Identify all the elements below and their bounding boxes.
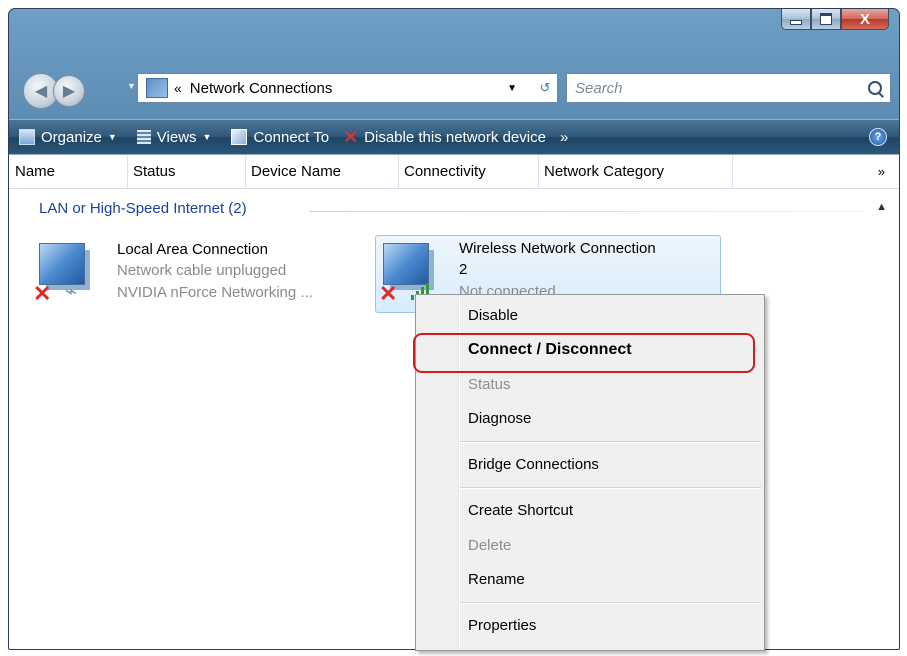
command-bar: Organize ▼ Views ▼ Connect To ✕ Disable … bbox=[9, 119, 899, 154]
chevron-down-icon: ▼ bbox=[202, 132, 212, 142]
group-header[interactable]: LAN or High-Speed Internet (2) bbox=[39, 200, 247, 217]
group-divider bbox=[309, 211, 863, 212]
connect-to-button[interactable]: Connect To bbox=[231, 129, 329, 146]
disconnected-x-icon: ✕ bbox=[33, 281, 52, 306]
address-bar[interactable]: « Network Connections ▼ bbox=[137, 73, 534, 103]
maximize-icon bbox=[820, 13, 832, 25]
column-header-connectivity[interactable]: Connectivity bbox=[398, 155, 539, 188]
connection-name: Local Area Connection bbox=[117, 241, 268, 258]
minimize-icon bbox=[790, 19, 802, 25]
collapse-group-icon[interactable]: ▲ bbox=[876, 201, 887, 213]
network-adapter-icon bbox=[383, 243, 429, 285]
views-label: Views bbox=[156, 128, 197, 146]
connection-name-line1: Wireless Network Connection bbox=[459, 240, 656, 257]
caption-buttons: X bbox=[781, 9, 889, 31]
menu-separator bbox=[460, 602, 761, 604]
network-folder-icon bbox=[146, 78, 168, 98]
connection-name-line2: 2 bbox=[459, 261, 468, 278]
annotation-highlight-ring bbox=[413, 333, 755, 373]
disable-device-label: Disable this network device bbox=[364, 128, 546, 146]
breadcrumb-network-connections[interactable]: Network Connections bbox=[190, 80, 333, 97]
column-headers: Name Status Device Name Connectivity Net… bbox=[9, 155, 899, 189]
double-chevron-right-icon: » bbox=[559, 128, 569, 146]
menu-item-properties[interactable]: Properties bbox=[468, 617, 536, 634]
column-header-network-category[interactable]: Network Category bbox=[538, 155, 733, 188]
menu-item-rename[interactable]: Rename bbox=[468, 571, 525, 588]
disable-device-button[interactable]: ✕ Disable this network device bbox=[343, 127, 546, 148]
connection-item-local-area[interactable]: ✕ ⌁ Local Area Connection Network cable … bbox=[9, 233, 349, 313]
search-icon[interactable] bbox=[868, 81, 882, 95]
toolbar-overflow-button[interactable]: » bbox=[560, 129, 568, 146]
maximize-button[interactable] bbox=[811, 9, 841, 30]
column-header-name[interactable]: Name bbox=[9, 155, 128, 188]
menu-separator bbox=[460, 441, 761, 443]
search-box[interactable]: Search bbox=[566, 73, 891, 103]
disconnected-x-icon: ✕ bbox=[379, 281, 398, 306]
breadcrumb-chevron[interactable]: « bbox=[174, 80, 182, 96]
menu-item-status: Status bbox=[468, 376, 511, 393]
ethernet-cable-icon: ⌁ bbox=[65, 281, 78, 303]
menu-separator bbox=[460, 487, 761, 489]
menu-item-diagnose[interactable]: Diagnose bbox=[468, 410, 531, 427]
organize-icon bbox=[19, 129, 35, 145]
views-button[interactable]: Views ▼ bbox=[136, 128, 212, 146]
more-columns-icon[interactable]: » bbox=[878, 155, 885, 188]
close-button[interactable]: X bbox=[841, 9, 889, 30]
connect-to-label: Connect To bbox=[253, 128, 330, 146]
menu-item-disable[interactable]: Disable bbox=[468, 307, 518, 324]
connection-device: NVIDIA nForce Networking ... bbox=[117, 284, 313, 301]
menu-item-bridge-connections[interactable]: Bridge Connections bbox=[468, 456, 599, 473]
organize-button[interactable]: Organize ▼ bbox=[19, 129, 117, 146]
forward-button[interactable]: ▶ bbox=[53, 75, 85, 107]
disable-x-icon: ✕ bbox=[343, 126, 359, 147]
close-icon: X bbox=[859, 10, 870, 28]
minimize-button[interactable] bbox=[781, 9, 811, 30]
search-input[interactable]: Search bbox=[575, 80, 623, 97]
forward-arrow-icon: ▶ bbox=[62, 83, 76, 100]
menu-item-delete: Delete bbox=[468, 537, 512, 554]
help-icon[interactable]: ? bbox=[869, 128, 887, 146]
connect-to-icon bbox=[231, 129, 248, 145]
refresh-button[interactable]: ↺ bbox=[533, 73, 558, 103]
address-dropdown-icon[interactable]: ▼ bbox=[507, 83, 517, 94]
network-adapter-icon bbox=[39, 243, 85, 285]
column-header-device-name[interactable]: Device Name bbox=[245, 155, 399, 188]
back-arrow-icon: ◀ bbox=[34, 83, 48, 100]
organize-label: Organize bbox=[41, 128, 102, 146]
refresh-icon: ↺ bbox=[539, 80, 551, 95]
column-header-status[interactable]: Status bbox=[127, 155, 246, 188]
menu-item-create-shortcut[interactable]: Create Shortcut bbox=[468, 502, 573, 519]
chevron-down-icon: ▼ bbox=[107, 132, 117, 142]
recent-pages-dropdown[interactable]: ▼ bbox=[127, 81, 136, 91]
connection-status: Network cable unplugged bbox=[117, 262, 287, 279]
views-icon bbox=[136, 130, 151, 144]
